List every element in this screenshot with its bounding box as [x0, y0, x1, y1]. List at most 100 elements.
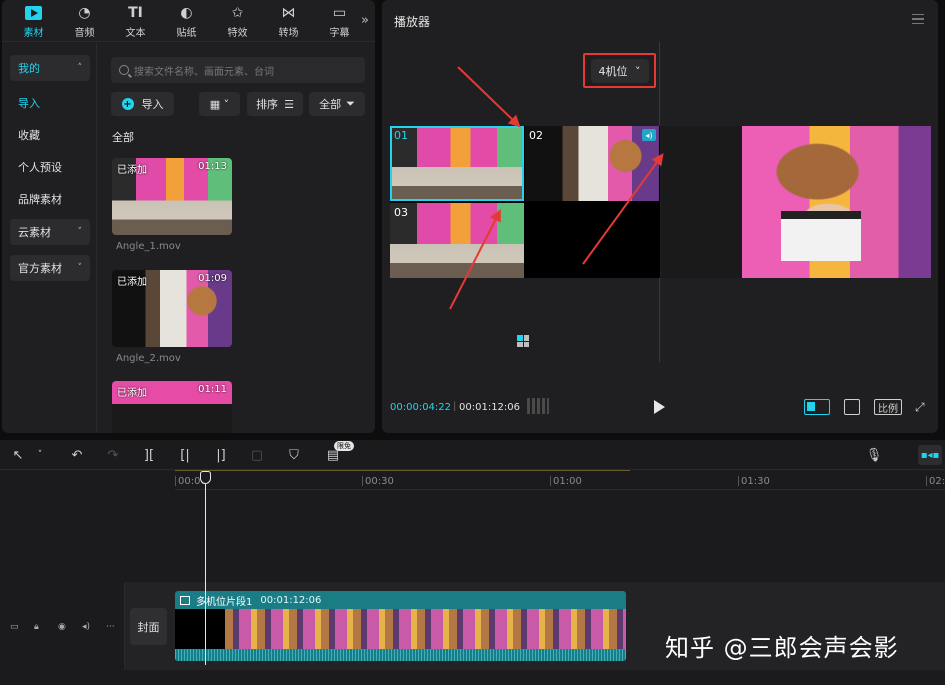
- lock-icon[interactable]: 🔒︎: [34, 622, 39, 632]
- video-preview: [661, 126, 931, 278]
- multicam-clip-icon: [180, 595, 190, 605]
- tab-sticker[interactable]: ◐ 贴纸: [161, 0, 212, 42]
- camera-cell[interactable]: 02 ◂): [525, 126, 659, 201]
- duration-label: 01:13: [198, 161, 227, 172]
- transition-icon: ⋈: [281, 4, 296, 21]
- camera-cell[interactable]: 01: [390, 126, 524, 201]
- cover-label: 封面: [137, 620, 160, 634]
- play-button[interactable]: [654, 400, 665, 414]
- sidebar-item-label: 官方素材: [18, 262, 62, 275]
- sidebar-item-cloud[interactable]: 云素材 ˅: [10, 219, 90, 245]
- camera-number: 02: [529, 129, 543, 142]
- timecode-list-icon[interactable]: [527, 398, 549, 414]
- tab-label: 音频: [74, 27, 95, 39]
- timeline-toolbar: ↖ ˅ ↶ ↷ ][ [| |] ▢ ⛉ ▤ 限免 🎙 ▪◂▪: [0, 440, 945, 470]
- watermark: 知乎 @三郎会声会影: [665, 634, 899, 662]
- sidebar-item-favorites[interactable]: 收藏: [10, 122, 90, 148]
- tab-label: 特效: [227, 27, 248, 39]
- chevron-down-icon: ˅: [635, 64, 641, 78]
- sidebar-item-mine[interactable]: 我的 ˄: [10, 55, 90, 81]
- sidebar-item-official[interactable]: 官方素材 ˅: [10, 255, 90, 281]
- clip-duration: 00:01:12:06: [260, 594, 322, 606]
- sort-icon: ☰: [284, 97, 294, 111]
- layout-icon[interactable]: [804, 399, 830, 415]
- tab-caption[interactable]: ▭ 字幕: [314, 0, 365, 42]
- sidebar-item-import[interactable]: 导入: [10, 90, 90, 116]
- sidebar-item-label: 云素材: [18, 226, 51, 239]
- filter-label: 全部: [319, 98, 342, 111]
- filter-button[interactable]: 全部 ⏷: [309, 92, 365, 116]
- tab-label: 转场: [278, 27, 299, 39]
- chevron-up-icon: ˄: [77, 63, 83, 73]
- tab-text[interactable]: TI 文本: [110, 0, 161, 42]
- search-placeholder: 搜索文件名称、画面元素、台词: [134, 66, 274, 78]
- redo-icon[interactable]: ↷: [105, 447, 121, 463]
- more-tabs-icon[interactable]: »: [361, 13, 369, 28]
- multicam-clip[interactable]: 多机位片段1 00:01:12:06: [175, 591, 626, 661]
- search-input[interactable]: 搜索文件名称、画面元素、台词: [111, 57, 365, 83]
- camera-number: 03: [394, 206, 408, 219]
- tab-effects[interactable]: ✩ 特效: [212, 0, 263, 42]
- track-thumbnail-icon[interactable]: ▭: [10, 622, 19, 632]
- cover-button[interactable]: 封面: [130, 608, 167, 645]
- ruler-label: 01:00: [553, 476, 582, 487]
- top-tabs: 素材 ◔ 音频 TI 文本 ◐ 贴纸 ✩ 特效 ⋈ 转场 ▭ 字幕 »: [2, 0, 375, 42]
- trim-right-icon[interactable]: |]: [213, 447, 229, 463]
- tab-label: 文本: [125, 27, 146, 39]
- added-badge: 已添加: [117, 277, 147, 288]
- view-mode-button[interactable]: ▦ ˅: [199, 92, 240, 116]
- added-badge: 已添加: [117, 165, 147, 176]
- media-card[interactable]: 已添加 01:11: [112, 381, 232, 433]
- ratio-button[interactable]: 比例: [874, 399, 902, 415]
- added-badge: 已添加: [117, 388, 147, 399]
- media-card[interactable]: 已添加 01:09 Angle_2.mov: [112, 270, 232, 364]
- delete-icon[interactable]: ▢: [249, 447, 265, 463]
- sort-button[interactable]: 排序 ☰: [247, 92, 303, 116]
- import-label: 导入: [141, 98, 164, 111]
- playhead[interactable]: [205, 473, 206, 665]
- playhead-handle[interactable]: [200, 471, 211, 484]
- chevron-down-icon[interactable]: ˅: [32, 447, 48, 463]
- clapperboard-image: [781, 211, 861, 261]
- sidebar-item-brand[interactable]: 品牌素材: [10, 186, 90, 212]
- volume-icon[interactable]: ◂): [82, 622, 90, 632]
- multicam-view-icon[interactable]: [517, 335, 529, 347]
- clip-waveform: [175, 649, 626, 661]
- fullscreen-icon[interactable]: ⤢: [915, 399, 929, 415]
- marker-icon[interactable]: ⛉: [286, 447, 302, 463]
- trim-left-icon[interactable]: [|: [177, 447, 193, 463]
- microphone-icon[interactable]: 🎙: [866, 447, 883, 463]
- audio-icon: ◔: [78, 4, 91, 21]
- sidebar-item-label: 收藏: [18, 129, 40, 142]
- menu-icon[interactable]: [912, 14, 924, 24]
- time-separator: |: [453, 401, 457, 412]
- camera-count-select[interactable]: 4机位 ˅: [583, 53, 656, 88]
- tab-audio[interactable]: ◔ 音频: [59, 0, 110, 42]
- file-name: Angle_1.mov: [116, 241, 181, 252]
- media-thumbnail: 已添加 01:13: [112, 158, 232, 235]
- sidebar-item-presets[interactable]: 个人预设: [10, 154, 90, 180]
- plus-icon: +: [121, 98, 134, 110]
- effects-icon: ✩: [231, 4, 244, 21]
- undo-icon[interactable]: ↶: [69, 447, 85, 463]
- split-icon[interactable]: ][: [141, 447, 157, 463]
- clip-filmstrip: [175, 609, 626, 649]
- filter-icon: ⏷: [346, 97, 355, 110]
- media-panel: 素材 ◔ 音频 TI 文本 ◐ 贴纸 ✩ 特效 ⋈ 转场 ▭ 字幕 » 我的 ˄…: [2, 0, 375, 433]
- import-button[interactable]: + 导入: [111, 92, 174, 116]
- more-icon[interactable]: ···: [106, 622, 115, 632]
- media-card[interactable]: 已添加 01:13 Angle_1.mov: [112, 158, 232, 252]
- eye-icon[interactable]: ◉: [58, 622, 66, 632]
- timeline-ruler[interactable]: 00:00 00:30 01:00 01:30 02:0: [175, 470, 945, 490]
- tab-media[interactable]: 素材: [8, 0, 59, 42]
- select-tool-icon[interactable]: ↖: [10, 447, 26, 463]
- file-name: Angle_2.mov: [116, 353, 181, 364]
- sticker-icon: ◐: [180, 4, 193, 21]
- screenshot-icon[interactable]: [844, 399, 860, 415]
- tab-transition[interactable]: ⋈ 转场: [263, 0, 314, 42]
- link-toggle-button[interactable]: ▪◂▪: [918, 445, 942, 465]
- ruler-label: 01:30: [741, 476, 770, 487]
- media-icon: [24, 4, 44, 22]
- player-panel: 播放器 4机位 ˅ 01 02 ◂) 03 00:00:04:22 | 00:0…: [382, 0, 938, 433]
- limited-free-badge: 限免: [334, 441, 354, 451]
